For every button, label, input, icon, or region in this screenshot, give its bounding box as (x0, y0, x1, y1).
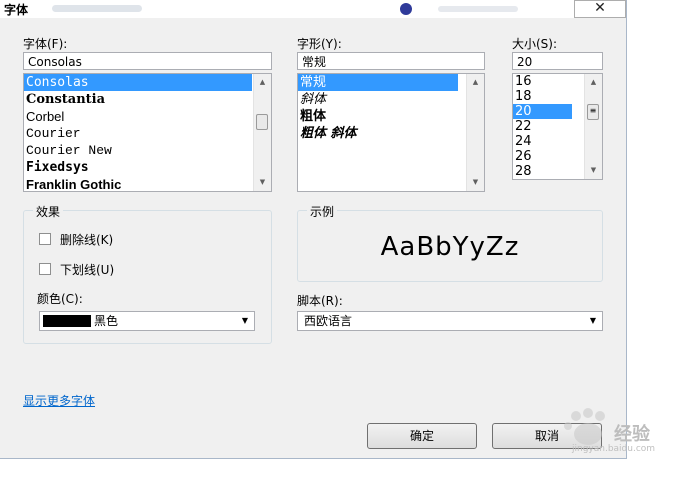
style-input[interactable]: 常规 (297, 52, 485, 70)
script-value: 西欧语言 (304, 314, 353, 328)
style-item[interactable]: 粗体 斜体 (298, 125, 484, 142)
effects-label: 效果 (33, 203, 64, 220)
chevron-down-icon: ▼ (589, 316, 596, 325)
size-item[interactable]: 20 (513, 104, 572, 119)
watermark-url: jingyan.baidu.com (572, 444, 656, 454)
size-list[interactable]: 16 18 20 22 24 26 28 ▲ ≡ ▼ (512, 73, 603, 180)
ok-button[interactable]: 确定 (367, 423, 477, 449)
font-item[interactable]: Constantia (24, 91, 271, 108)
strikethrough-label: 删除线(K) (60, 233, 114, 247)
font-item[interactable]: Courier New (24, 142, 271, 159)
color-label: 颜色(C): (37, 292, 83, 306)
script-label: 脚本(R): (297, 294, 343, 308)
color-value: 黑色 (94, 314, 119, 328)
style-label: 字形(Y): (297, 37, 342, 51)
style-item[interactable]: 粗体 (298, 108, 484, 125)
font-label: 字体(F): (23, 37, 68, 51)
blurred-title-text-2 (438, 6, 518, 12)
font-item[interactable]: Courier (24, 125, 271, 142)
color-swatch (43, 315, 91, 327)
close-button[interactable]: ✕ (574, 0, 626, 18)
blurred-title-text (52, 5, 142, 12)
font-input[interactable]: Consolas (23, 52, 272, 70)
scroll-up-icon[interactable]: ▲ (254, 74, 271, 91)
show-more-fonts-link[interactable]: 显示更多字体 (23, 392, 95, 409)
scroll-down-icon[interactable]: ▼ (585, 162, 602, 179)
scroll-up-icon[interactable]: ▲ (467, 74, 484, 91)
scroll-thumb[interactable]: ≡ (587, 104, 599, 120)
size-list-scrollbar[interactable]: ▲ ≡ ▼ (584, 74, 602, 179)
sample-text: AaBbYyZz (380, 232, 520, 262)
size-label: 大小(S): (512, 37, 558, 51)
sample-label: 示例 (307, 203, 338, 220)
style-list-scrollbar[interactable]: ▲ ▼ (466, 74, 484, 191)
style-item[interactable]: 常规 (298, 74, 458, 91)
scroll-up-icon[interactable]: ▲ (585, 74, 602, 91)
style-item[interactable]: 斜体 (298, 91, 484, 108)
scroll-down-icon[interactable]: ▼ (467, 174, 484, 191)
font-list[interactable]: Consolas Constantia Corbel Courier Couri… (23, 73, 272, 192)
font-list-scrollbar[interactable]: ▲ ▼ (253, 74, 271, 191)
strikethrough-checkbox[interactable] (39, 233, 51, 245)
scroll-thumb[interactable] (256, 114, 268, 130)
style-list[interactable]: 常规 斜体 粗体 粗体 斜体 ▲ ▼ (297, 73, 485, 192)
size-input[interactable]: 20 (512, 52, 603, 70)
chevron-down-icon: ▼ (241, 316, 248, 325)
dialog-title: 字体 (4, 3, 29, 17)
font-item[interactable]: Corbel (24, 108, 271, 125)
script-select[interactable]: 西欧语言 ▼ (297, 311, 603, 331)
blurred-title-icon (400, 3, 412, 15)
font-item[interactable]: Consolas (24, 74, 252, 91)
color-select[interactable]: 黑色 ▼ (39, 311, 255, 331)
scroll-down-icon[interactable]: ▼ (254, 174, 271, 191)
font-item[interactable]: Fixedsys (24, 159, 271, 176)
underline-checkbox[interactable] (39, 263, 51, 275)
font-item[interactable]: Franklin Gothic (24, 176, 271, 191)
watermark-text: 经验 (614, 424, 650, 445)
underline-label: 下划线(U) (60, 263, 115, 277)
